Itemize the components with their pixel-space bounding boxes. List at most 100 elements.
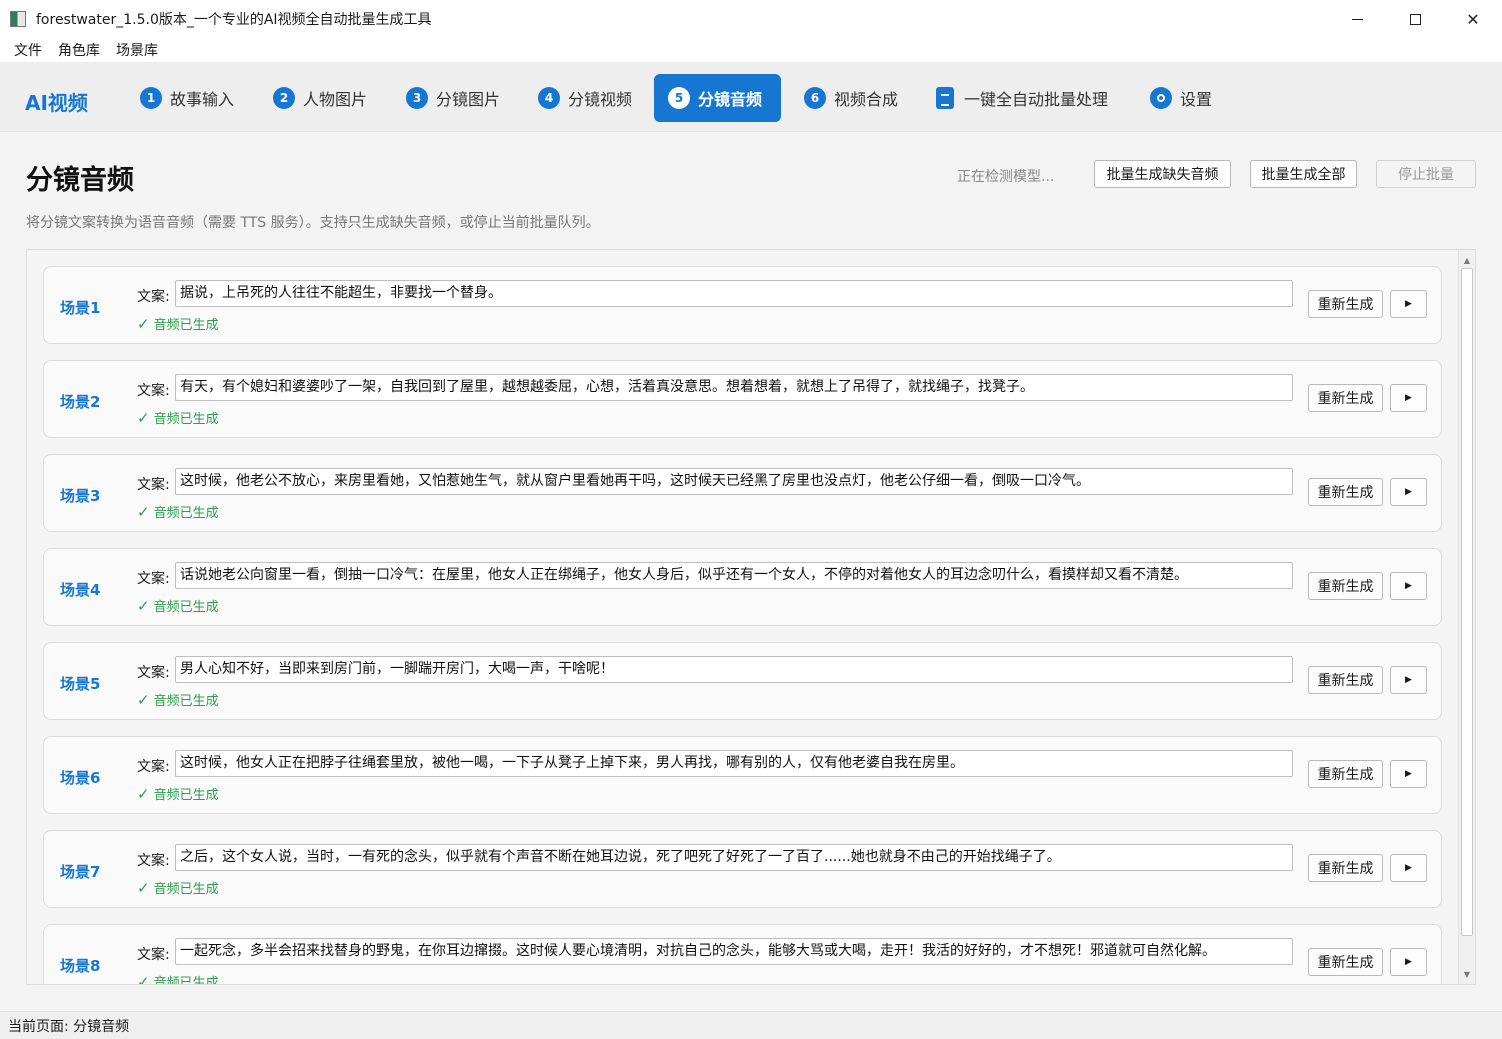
scene-name: 场景4 (60, 581, 101, 599)
text-label: 文案: (137, 853, 170, 869)
check-icon: ✓ (137, 879, 150, 897)
scene-card: 场景5 文案: 男人心知不好，当即来到房门前，一脚踹开房门，大喝一声，干啥呢！ … (43, 642, 1442, 720)
scene-text-input[interactable]: 话说她老公向窗里一看，倒抽一口冷气：在屋里，他女人正在绑绳子，他女人身后，似乎还… (175, 562, 1293, 589)
text-label: 文案: (137, 383, 170, 399)
scene-name: 场景3 (60, 487, 101, 505)
play-button[interactable]: ▶ (1390, 572, 1427, 600)
generate-all-button[interactable]: 批量生成全部 (1250, 160, 1357, 188)
check-icon: ✓ (137, 597, 150, 615)
model-status: 正在检测模型... (957, 169, 1055, 185)
scroll-down-icon[interactable]: ▼ (1459, 966, 1475, 982)
play-button[interactable]: ▶ (1390, 290, 1427, 318)
tab-label: 分镜音频 (698, 90, 763, 109)
play-button[interactable]: ▶ (1390, 854, 1427, 882)
minimize-button[interactable] (1328, 0, 1386, 38)
audio-status-label: 音频已生成 (153, 600, 219, 615)
step-5-icon: 5 (668, 87, 690, 109)
play-button[interactable]: ▶ (1390, 760, 1427, 788)
window-title: forestwater_1.5.0版本_一个专业的AI视频全自动批量生成工具 (36, 12, 432, 28)
scene-name: 场景7 (60, 863, 101, 881)
status-bar-text: 当前页面: 分镜音频 (8, 1018, 130, 1035)
step-6-icon: 6 (804, 87, 826, 109)
audio-status-label: 音频已生成 (153, 976, 219, 985)
scene-text-input[interactable]: 这时候，他老公不放心，来房里看她，又怕惹她生气，就从窗户里看她再干吗，这时候天已… (175, 468, 1293, 495)
regenerate-button[interactable]: 重新生成 (1308, 572, 1383, 600)
regenerate-button[interactable]: 重新生成 (1308, 948, 1383, 976)
status-bar: 当前页面: 分镜音频 (0, 1011, 1502, 1039)
audio-status: ✓ 音频已生成 (137, 408, 219, 427)
scene-name: 场景1 (60, 299, 101, 317)
window-controls: ✕ (1328, 0, 1502, 38)
regenerate-button[interactable]: 重新生成 (1308, 290, 1383, 318)
play-button[interactable]: ▶ (1390, 478, 1427, 506)
tab-storyboard-video[interactable]: 4 分镜视频 (524, 74, 646, 122)
scene-name: 场景2 (60, 393, 101, 411)
audio-status: ✓ 音频已生成 (137, 690, 219, 709)
nav-bar: AI视频 1 故事输入 2 人物图片 3 分镜图片 4 分镜视频 5 分镜音频 … (0, 62, 1502, 132)
regenerate-button[interactable]: 重新生成 (1308, 478, 1383, 506)
maximize-button[interactable] (1386, 0, 1444, 38)
text-label: 文案: (137, 947, 170, 963)
scene-text-input[interactable]: 据说，上吊死的人往往不能超生，非要找一个替身。 (175, 280, 1293, 307)
audio-status-label: 音频已生成 (153, 412, 219, 427)
play-button[interactable]: ▶ (1390, 384, 1427, 412)
scrollbar-thumb[interactable] (1461, 268, 1473, 936)
scene-name: 场景6 (60, 769, 101, 787)
audio-status: ✓ 音频已生成 (137, 314, 219, 333)
gear-icon (1150, 87, 1172, 109)
audio-status: ✓ 音频已生成 (137, 878, 219, 897)
page-description: 将分镜文案转换为语音音频（需要 TTS 服务）。支持只生成缺失音频，或停止当前批… (26, 215, 600, 231)
menu-character-library[interactable]: 角色库 (50, 40, 108, 60)
audio-status-label: 音频已生成 (153, 318, 219, 333)
scene-text-input[interactable]: 有天，有个媳妇和婆婆吵了一架，自我回到了屋里，越想越委屈，心想，活着真没意思。想… (175, 374, 1293, 401)
tab-storyboard-images[interactable]: 3 分镜图片 (392, 74, 514, 122)
regenerate-button[interactable]: 重新生成 (1308, 384, 1383, 412)
scene-name: 场景8 (60, 957, 101, 975)
close-button[interactable]: ✕ (1444, 0, 1502, 38)
tab-story-input[interactable]: 1 故事输入 (126, 74, 248, 122)
tab-auto-batch[interactable]: 一键全自动批量处理 (922, 74, 1122, 122)
scene-card: 场景4 文案: 话说她老公向窗里一看，倒抽一口冷气：在屋里，他女人正在绑绳子，他… (43, 548, 1442, 626)
text-label: 文案: (137, 665, 170, 681)
scene-card: 场景1 文案: 据说，上吊死的人往往不能超生，非要找一个替身。 ✓ 音频已生成 重… (43, 266, 1442, 344)
tab-label: 视频合成 (834, 90, 899, 109)
tab-label: 一键全自动批量处理 (964, 90, 1109, 109)
menu-scene-library[interactable]: 场景库 (108, 40, 166, 60)
text-label: 文案: (137, 477, 170, 493)
regenerate-button[interactable]: 重新生成 (1308, 666, 1383, 694)
tab-character-images[interactable]: 2 人物图片 (259, 74, 381, 122)
regenerate-button[interactable]: 重新生成 (1308, 854, 1383, 882)
title-bar: forestwater_1.5.0版本_一个专业的AI视频全自动批量生成工具 ✕ (0, 0, 1502, 38)
step-3-icon: 3 (406, 87, 428, 109)
audio-status-label: 音频已生成 (153, 506, 219, 521)
menu-file[interactable]: 文件 (6, 40, 50, 60)
tab-storyboard-audio[interactable]: 5 分镜音频 (654, 74, 781, 122)
tab-video-compose[interactable]: 6 视频合成 (790, 74, 912, 122)
check-icon: ✓ (137, 409, 150, 427)
audio-status-label: 音频已生成 (153, 694, 219, 709)
minimize-icon (1351, 18, 1363, 20)
stop-batch-button[interactable]: 停止批量 (1376, 160, 1476, 188)
page-title: 分镜音频 (26, 165, 134, 196)
step-1-icon: 1 (140, 87, 162, 109)
audio-status: ✓ 音频已生成 (137, 972, 219, 985)
play-button[interactable]: ▶ (1390, 948, 1427, 976)
audio-status-label: 音频已生成 (153, 788, 219, 803)
scene-text-input[interactable]: 男人心知不好，当即来到房门前，一脚踹开房门，大喝一声，干啥呢！ (175, 656, 1293, 683)
play-button[interactable]: ▶ (1390, 666, 1427, 694)
text-label: 文案: (137, 289, 170, 305)
tab-settings[interactable]: 设置 (1136, 74, 1226, 122)
text-label: 文案: (137, 571, 170, 587)
tab-label: 分镜图片 (436, 90, 501, 109)
regenerate-button[interactable]: 重新生成 (1308, 760, 1383, 788)
audio-status: ✓ 音频已生成 (137, 502, 219, 521)
vertical-scrollbar[interactable]: ▲ ▼ (1458, 250, 1475, 984)
step-2-icon: 2 (273, 87, 295, 109)
audio-status: ✓ 音频已生成 (137, 596, 219, 615)
scene-text-input[interactable]: 之后，这个女人说，当时，一有死的念头，似乎就有个声音不断在她耳边说，死了吧死了好… (175, 844, 1293, 871)
brand-logo: AI视频 (25, 91, 88, 115)
scroll-up-icon[interactable]: ▲ (1459, 252, 1475, 268)
scene-text-input[interactable]: 一起死念，多半会招来找替身的野鬼，在你耳边撺掇。这时候人要心境清明，对抗自己的念… (175, 938, 1293, 965)
generate-missing-button[interactable]: 批量生成缺失音频 (1094, 160, 1231, 188)
scene-text-input[interactable]: 这时候，他女人正在把脖子往绳套里放，被他一喝，一下子从凳子上掉下来，男人再找，哪… (175, 750, 1293, 777)
